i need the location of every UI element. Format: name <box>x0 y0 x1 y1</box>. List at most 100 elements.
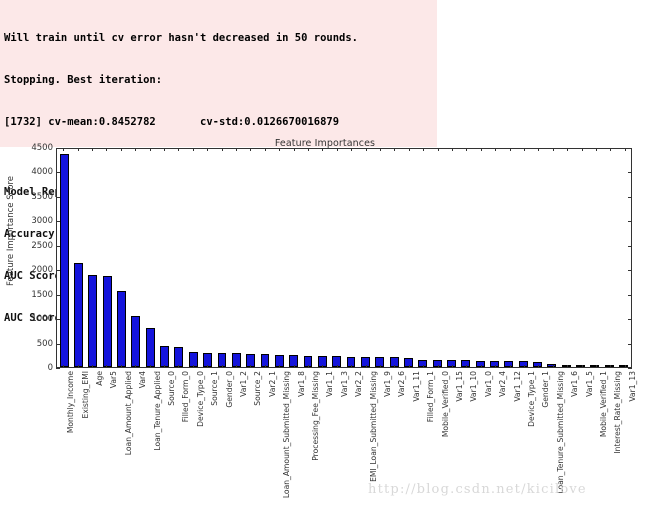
bar-slot <box>487 149 501 367</box>
bar <box>375 357 384 367</box>
x-tick-label: Var1_9 <box>383 371 392 397</box>
bar-slot <box>129 149 143 367</box>
bar-series <box>57 149 631 367</box>
bar <box>246 354 255 367</box>
bar <box>332 356 341 367</box>
x-tick-label: Loan_Tenure_Submitted_Missing <box>556 371 565 494</box>
x-tick-label: Gender_0 <box>225 371 234 408</box>
bar <box>447 360 456 367</box>
y-axis-tick-labels: 050010001500200025003000350040004500 <box>20 148 53 368</box>
bar <box>103 276 112 367</box>
bar <box>232 353 241 367</box>
x-tick-label: Var1_12 <box>513 371 522 402</box>
bar <box>361 357 370 367</box>
bar-slot <box>200 149 214 367</box>
x-tick-label: Gender_1 <box>541 371 550 408</box>
cv-mean-text: [1732] cv-mean:0.8452782 <box>4 115 200 129</box>
x-tick-label: Var1_3 <box>340 371 349 397</box>
x-tick-label: Loan_Amount_Submitted_Missing <box>282 371 291 498</box>
bar-slot <box>559 149 573 367</box>
cv-result-line: [1732] cv-mean:0.8452782 cv-std:0.012667… <box>4 115 437 129</box>
bar-slot <box>459 149 473 367</box>
bar-slot <box>530 149 544 367</box>
bar-slot <box>287 149 301 367</box>
x-tick-label: Var1_13 <box>628 371 637 402</box>
bar <box>404 358 413 367</box>
x-tick-label: Var1_0 <box>484 371 493 397</box>
y-tick-label: 2000 <box>31 265 53 275</box>
bar <box>590 365 599 367</box>
y-tick-label: 1000 <box>31 314 53 324</box>
x-tick-label: EMI_Loan_Submitted_Missing <box>369 371 378 482</box>
x-tick-label: Device_Type_1 <box>527 371 536 427</box>
bar <box>390 357 399 367</box>
x-tick-label: Age <box>95 371 104 386</box>
bar <box>504 361 513 367</box>
bar-slot <box>71 149 85 367</box>
warning-line-1: Will train until cv error hasn't decreas… <box>4 31 437 45</box>
x-tick-label: Var1_15 <box>455 371 464 402</box>
x-tick-label: Monthly_Income <box>66 371 75 433</box>
bar-slot <box>315 149 329 367</box>
x-tick-label: Var2_6 <box>397 371 406 397</box>
bar <box>318 356 327 367</box>
x-tick-label: Var1_1 <box>325 371 334 397</box>
bar-slot <box>215 149 229 367</box>
bar-slot <box>272 149 286 367</box>
bar-slot <box>157 149 171 367</box>
bar-slot <box>258 149 272 367</box>
bar <box>418 360 427 367</box>
bar-slot <box>186 149 200 367</box>
x-tick-label: Var1_11 <box>412 371 421 402</box>
y-tick-label: 0 <box>48 363 53 373</box>
watermark-text: http://blog.csdn.net/kicilove <box>368 482 587 497</box>
bar-slot <box>545 149 559 367</box>
plot-area <box>56 148 632 368</box>
x-tick-label: Var2_1 <box>268 371 277 397</box>
bar <box>519 361 528 367</box>
y-tick-label: 2500 <box>31 241 53 251</box>
bar <box>160 346 169 367</box>
bar-slot <box>114 149 128 367</box>
bar <box>275 355 284 367</box>
bar-slot <box>602 149 616 367</box>
bar-slot <box>430 149 444 367</box>
bar <box>203 353 212 367</box>
x-tick-label: Var1_5 <box>585 371 594 397</box>
x-tick-label: Mobile_Verified_1 <box>599 371 608 437</box>
x-tick-label: Var1_8 <box>297 371 306 397</box>
y-tick-label: 1500 <box>31 290 53 300</box>
bar-slot <box>573 149 587 367</box>
y-tick-label: 4500 <box>31 143 53 153</box>
x-tick-label: Var4 <box>138 371 147 388</box>
x-tick-label: Existing_EMI <box>81 371 90 418</box>
bar <box>476 361 485 367</box>
x-tick-label: Interest_Rate_Missing <box>613 371 622 454</box>
bar-slot <box>344 149 358 367</box>
bar <box>117 291 126 367</box>
feature-importance-chart: Feature Importances Feature Importance S… <box>0 138 650 510</box>
y-tick-label: 4000 <box>31 167 53 177</box>
bar <box>131 316 140 367</box>
x-tick-label: Var5 <box>109 371 118 388</box>
bar <box>60 154 69 367</box>
bar-slot <box>444 149 458 367</box>
y-tick-label: 3500 <box>31 192 53 202</box>
bar <box>547 364 556 367</box>
bar-slot <box>588 149 602 367</box>
bar <box>605 365 614 367</box>
y-tick-mark <box>56 368 60 369</box>
bar <box>562 365 571 367</box>
bar-slot <box>387 149 401 367</box>
bar-slot <box>143 149 157 367</box>
bar-slot <box>243 149 257 367</box>
bar-slot <box>473 149 487 367</box>
x-tick-label: Var1_6 <box>570 371 579 397</box>
x-tick-label: Filled_Form_1 <box>426 371 435 422</box>
bar <box>174 347 183 367</box>
bar-slot <box>401 149 415 367</box>
x-tick-label: Loan_Amount_Applied <box>124 371 133 455</box>
y-tick-label: 500 <box>37 339 53 349</box>
bar-slot <box>229 149 243 367</box>
x-tick-label: Var2_2 <box>354 371 363 397</box>
